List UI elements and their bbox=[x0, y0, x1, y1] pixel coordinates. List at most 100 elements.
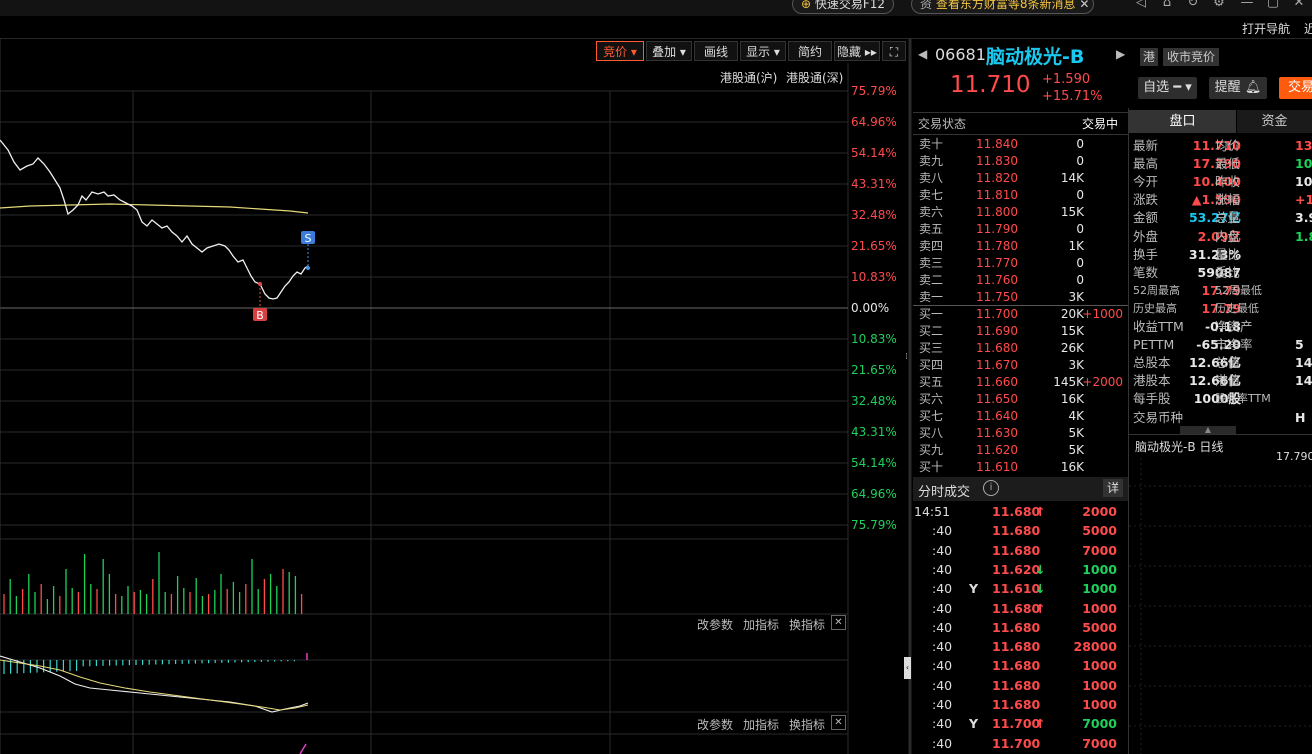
watchlist-button[interactable]: 自选 ━ ▾ bbox=[1138, 77, 1197, 99]
add-indicator-button-2[interactable]: 加指标 bbox=[743, 716, 779, 733]
switch-indicator-button-1[interactable]: 换指标 bbox=[789, 616, 825, 633]
orderbook-delta: +2000 bbox=[1082, 375, 1123, 389]
orderbook-qty: 0 bbox=[1076, 137, 1084, 151]
orderbook-row[interactable]: 卖三 11.770 0 bbox=[914, 255, 1127, 272]
orderbook-qty: 20K bbox=[1060, 307, 1084, 321]
daily-chart-grid bbox=[1129, 458, 1312, 754]
orderbook-price: 11.780 bbox=[976, 239, 1018, 253]
trades-detail-button[interactable]: 详 bbox=[1103, 479, 1123, 497]
alert-button[interactable]: 提醒 🔔︎ bbox=[1209, 77, 1267, 99]
orderbook-row[interactable]: 买五 11.660 145K +2000 bbox=[914, 374, 1127, 391]
orderbook-row[interactable]: 卖四 11.780 1K bbox=[914, 238, 1127, 255]
orderbook-row[interactable]: 买十 11.610 16K bbox=[914, 459, 1127, 476]
quote-row: 收益TTM -0.18 净资产 bbox=[1133, 318, 1312, 336]
quote-key: 净资产 bbox=[1215, 319, 1253, 334]
orderbook-qty: 15K bbox=[1060, 205, 1084, 219]
quote-row: 交易币种 H bbox=[1133, 409, 1312, 427]
close-indicator-icon-2[interactable]: ✕ bbox=[831, 715, 846, 730]
volume-bars bbox=[3, 552, 303, 614]
macd-dif-line bbox=[0, 655, 309, 713]
change-params-button-1[interactable]: 改参数 bbox=[697, 616, 733, 633]
settings-icon[interactable]: ⚙ bbox=[1212, 0, 1226, 10]
orderbook-row[interactable]: 买七 11.640 4K bbox=[914, 408, 1127, 425]
orderbook-row[interactable]: 买二 11.690 15K bbox=[914, 323, 1127, 340]
trade-time: :40 bbox=[932, 600, 953, 616]
refresh-icon[interactable]: ↻ bbox=[1186, 0, 1200, 10]
quote-key: 笔数 bbox=[1133, 264, 1159, 280]
quote-key: 金额 bbox=[1133, 210, 1159, 226]
orderbook-level: 买六 bbox=[919, 392, 944, 406]
orderbook-row[interactable]: 卖二 11.760 0 bbox=[914, 272, 1127, 289]
orderbook-row[interactable]: 卖九 11.830 0 bbox=[914, 153, 1127, 170]
orderbook-row[interactable]: 买九 11.620 5K bbox=[914, 442, 1127, 459]
splitter-grip-icon[interactable]: ⁞ bbox=[905, 352, 908, 362]
trade-row: :40 11.620 ↓ 1000 bbox=[914, 560, 1127, 579]
orderbook-row[interactable]: 买一 11.700 20K +1000 bbox=[914, 306, 1127, 323]
orderbook-row[interactable]: 卖六 11.800 15K bbox=[914, 204, 1127, 221]
trade-button[interactable]: 交易 bbox=[1279, 77, 1312, 99]
close-indicator-icon-1[interactable]: ✕ bbox=[831, 615, 846, 630]
tab-fund[interactable]: 资金 bbox=[1237, 110, 1312, 133]
home-icon[interactable]: ⌂ bbox=[1160, 0, 1174, 10]
orderbook-row[interactable]: 卖十 11.840 0 bbox=[914, 136, 1127, 153]
quote-row: 52周最高 17.79 52周最低 bbox=[1133, 282, 1312, 300]
orderbook-row[interactable]: 卖七 11.810 0 bbox=[914, 187, 1127, 204]
trade-price: 11.700 bbox=[992, 735, 1041, 751]
quote-value: 13. bbox=[1295, 138, 1312, 153]
nav-extra[interactable]: 近 bbox=[1304, 20, 1312, 37]
orderbook-row[interactable]: 买八 11.630 5K bbox=[914, 425, 1127, 442]
orderbook-qty: 145K bbox=[1053, 375, 1084, 389]
orderbook-price: 11.690 bbox=[976, 324, 1018, 338]
orderbook-price: 11.750 bbox=[976, 290, 1018, 304]
quote-value: 3.9 bbox=[1295, 210, 1312, 226]
change-params-button-2[interactable]: 改参数 bbox=[697, 716, 733, 733]
orderbook-level: 卖九 bbox=[919, 154, 944, 168]
switch-indicator-button-2[interactable]: 换指标 bbox=[789, 716, 825, 733]
collapse-left-panel-icon[interactable]: ‹ bbox=[904, 657, 911, 679]
prev-stock-icon[interactable]: ◀ bbox=[918, 47, 927, 61]
trades-title: 分时成交 bbox=[918, 485, 971, 500]
minimize-icon[interactable]: — bbox=[1240, 0, 1254, 10]
orderbook-price: 11.640 bbox=[976, 409, 1018, 423]
next-stock-icon[interactable]: ▶ bbox=[1116, 47, 1125, 61]
trade-price: 11.680 bbox=[992, 697, 1041, 712]
quote-key: 均价 bbox=[1215, 138, 1241, 153]
trade-price: 11.680 bbox=[992, 523, 1041, 539]
close-icon[interactable]: ✕ bbox=[1079, 0, 1089, 11]
orderbook-level: 买三 bbox=[919, 341, 944, 355]
trade-time: :40 bbox=[932, 677, 953, 693]
tab-book[interactable]: 盘口 bbox=[1129, 110, 1236, 133]
quote-value: 5 bbox=[1295, 337, 1304, 353]
orderbook-row[interactable]: 买四 11.670 3K bbox=[914, 357, 1127, 374]
arrow-down-icon: ↓ bbox=[1035, 561, 1046, 577]
quote-key: 历史最低 bbox=[1215, 301, 1259, 315]
restore-icon[interactable]: ▢ bbox=[1266, 0, 1280, 10]
y-label-down: 64.96% bbox=[851, 487, 897, 501]
orderbook-level: 卖七 bbox=[919, 188, 944, 202]
add-indicator-button-1[interactable]: 加指标 bbox=[743, 616, 779, 633]
trade-time: :40 bbox=[932, 716, 953, 732]
orderbook-row[interactable]: 卖一 11.750 3K bbox=[914, 289, 1127, 306]
news-ticker[interactable]: 资 查看东方财富等8条新消息 ✕ bbox=[911, 0, 1095, 14]
trade-row: :40 Y 11.610 ↓ 1000 bbox=[914, 579, 1127, 598]
orderbook-price: 11.650 bbox=[976, 392, 1018, 406]
quote-value: 10. bbox=[1295, 156, 1312, 172]
orderbook-level: 买七 bbox=[919, 409, 944, 423]
trade-time: :40 bbox=[932, 658, 953, 674]
intraday-chart[interactable]: S B bbox=[0, 0, 912, 754]
window-close-icon[interactable]: ✕ bbox=[1292, 0, 1306, 10]
collapse-handle[interactable]: ▲ bbox=[1180, 426, 1236, 434]
quote-key: 最高 bbox=[1133, 156, 1159, 172]
quote-key: 收益TTM bbox=[1133, 319, 1184, 334]
orderbook-row[interactable]: 卖五 11.790 0 bbox=[914, 221, 1127, 238]
orderbook-row[interactable]: 买三 11.680 26K bbox=[914, 340, 1127, 357]
orderbook-row[interactable]: 买六 11.650 16K bbox=[914, 391, 1127, 408]
info-icon[interactable]: i bbox=[983, 480, 999, 496]
back-icon[interactable]: ◁ bbox=[1134, 0, 1148, 10]
orderbook-row[interactable]: 卖八 11.820 14K bbox=[914, 170, 1127, 187]
orderbook-qty: 5K bbox=[1068, 443, 1084, 457]
quote-row: 最高17.790最低10. bbox=[1133, 155, 1312, 173]
quote-row: 最新11.710均价13. bbox=[1133, 137, 1312, 155]
open-nav-link[interactable]: 打开导航 bbox=[1242, 20, 1290, 37]
orderbook-price: 11.620 bbox=[976, 443, 1018, 457]
